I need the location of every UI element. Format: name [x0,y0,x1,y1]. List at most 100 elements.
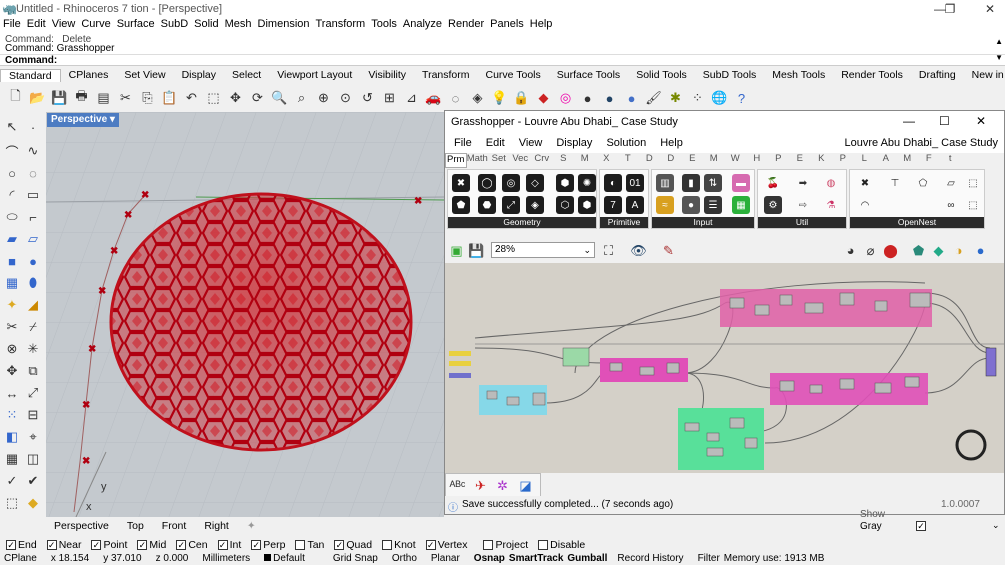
circles-icon[interactable]: ∞ [942,196,960,214]
osnap-project[interactable]: Project [483,539,528,551]
gh-tab[interactable]: F [918,153,940,168]
slider-icon[interactable]: ▮ [682,174,700,192]
point-param-icon[interactable]: ✖ [452,174,470,192]
tab-new-in-v[interactable]: New in V [964,69,1005,81]
status-filter[interactable]: Filter [698,553,720,565]
scroll-down-icon[interactable]: ▼ [995,52,1003,63]
circle-3pt-icon[interactable]: ◌ [24,164,42,182]
tab-surface-tools[interactable]: Surface Tools [549,69,628,81]
osnap-perp[interactable]: ✓ Perp [251,539,285,551]
box-icon[interactable]: ■ [3,252,21,270]
zoom-selected-icon[interactable]: ⊙ [336,89,355,108]
value-list-icon[interactable]: ☰ [704,196,722,214]
gh-menu-edit[interactable]: Edit [486,137,505,149]
globe-icon[interactable]: 🌐 [710,89,729,108]
osnap-checkbox[interactable] [483,540,494,550]
perspective-viewport[interactable]: ✖ ✖ ✖ ✖ ✖ ✖ ✖ ✖ y x [46,112,444,517]
menu-surface[interactable]: Surface [117,18,155,34]
osnap-checkbox[interactable]: ✓ [334,540,345,550]
status-ortho[interactable]: Ortho [392,553,417,565]
osnap-mid[interactable]: ✓ Mid [137,539,166,551]
menu-subd[interactable]: SubD [161,18,189,34]
grid-icon[interactable]: ▦ [3,450,21,468]
gradient-icon[interactable]: ▬ [732,174,750,192]
signal-icon[interactable]: ◠ [856,196,874,214]
osnap-icon[interactable]: ◌ [446,89,465,108]
zoom-select[interactable]: 28% ⌄ [491,242,595,258]
layer-gray-checkbox[interactable]: ✓ [916,521,926,531]
gh-canvas[interactable] [445,263,1004,473]
gh-maximize-icon[interactable]: ☐ [939,114,950,128]
move-icon[interactable]: ✥ [3,362,21,380]
print-icon[interactable]: 🖶 [72,88,91,108]
tab-display[interactable]: Display [174,69,224,81]
gh-tab[interactable]: Set [488,153,510,168]
fitness-icon[interactable]: ⚗ [822,196,840,214]
cut-icon[interactable]: ✂ [116,89,135,108]
gh-tab[interactable]: X [596,153,618,168]
relay-icon[interactable]: ➡ [794,174,812,192]
curve-param-icon[interactable]: ◎ [502,174,520,192]
dimension-icon[interactable]: ↔ [3,384,21,402]
gh-globe-icon[interactable]: ● [971,241,990,260]
paste-icon[interactable]: 📋 [160,89,179,108]
gh-tab[interactable]: T [617,153,639,168]
add-viewport-icon[interactable]: ✦ [247,520,256,532]
tab-standard[interactable]: Standard [0,68,61,82]
menu-render[interactable]: Render [448,18,484,34]
gh-tab[interactable]: M [897,153,919,168]
pointer-icon[interactable]: ↖ [3,118,21,136]
check-icon[interactable]: ✓ [3,472,21,490]
status-record-history[interactable]: Record History [617,553,683,565]
flow-icon[interactable]: ⬚ [3,494,21,512]
render-icon[interactable]: ◆ [24,494,42,512]
gh-tab[interactable]: Crv [531,153,553,168]
material-preview-icon[interactable]: ◑ [949,241,968,260]
jump-icon[interactable]: ⇨ [794,196,812,214]
osnap-knot[interactable]: Knot [382,539,416,551]
gh-open-icon[interactable]: ▣ [447,241,466,260]
gh-menu-display[interactable]: Display [556,137,592,149]
zoom-window-icon[interactable]: ⌕ [292,89,311,108]
gh-group-pink-right[interactable] [770,373,928,405]
gh-tab[interactable]: K [811,153,833,168]
osnap-end[interactable]: ✓ End [6,539,37,551]
gh-menu-file[interactable]: File [454,137,472,149]
integer-param-icon[interactable]: 01 [626,174,644,192]
tab-transform[interactable]: Transform [414,69,477,81]
sketch-icon[interactable]: ✎ [659,241,678,260]
cubes-icon[interactable]: ⬚ [964,196,982,214]
gh-group-cyan[interactable] [479,385,547,415]
undo-icon[interactable]: ↶ [182,89,201,108]
number-param-icon[interactable]: 7 [604,196,622,214]
status-gumball[interactable]: Gumball [567,553,607,565]
zoom-icon[interactable]: 🔍 [270,89,289,108]
gh-close-icon[interactable]: ✕ [976,114,986,128]
gh-tab[interactable]: L [854,153,876,168]
curve-icon[interactable]: ∿ [24,142,42,160]
properties-icon[interactable]: ▤ [94,89,113,108]
viewport-title-tab[interactable]: Perspective ▾ [47,113,119,127]
tab-subd-tools[interactable]: SubD Tools [695,69,765,81]
red-preview-icon[interactable]: ⬤ [881,241,900,260]
tab-top[interactable]: Top [127,520,144,532]
osnap-point[interactable]: ✓ Point [91,539,127,551]
gh-tab[interactable]: E [789,153,811,168]
menu-tools[interactable]: Tools [371,18,397,34]
panel-icon[interactable]: ▥ [656,174,674,192]
scroll-up-icon[interactable]: ▲ [995,36,1003,47]
gear-icon[interactable]: ✲ [493,476,512,495]
light-icon[interactable]: 💡 [490,89,509,108]
menu-help[interactable]: Help [530,18,553,34]
data-dam-icon[interactable]: ◍ [822,174,840,192]
preview-mode-icon[interactable]: ◕ [841,241,860,260]
arc-icon[interactable]: ◜ [3,186,21,204]
gh-group-pink-top[interactable] [720,289,932,327]
surface-param-icon[interactable]: ◇ [526,174,544,192]
sphere-icon[interactable]: ● [24,252,42,270]
osnap-disable[interactable]: Disable [538,539,585,551]
gh-tab[interactable]: A [875,153,897,168]
status-planar[interactable]: Planar [431,553,460,565]
mesh-quality-icon[interactable]: ⬟ [909,241,928,260]
osnap-vertex[interactable]: ✓ Vertex [425,539,467,551]
